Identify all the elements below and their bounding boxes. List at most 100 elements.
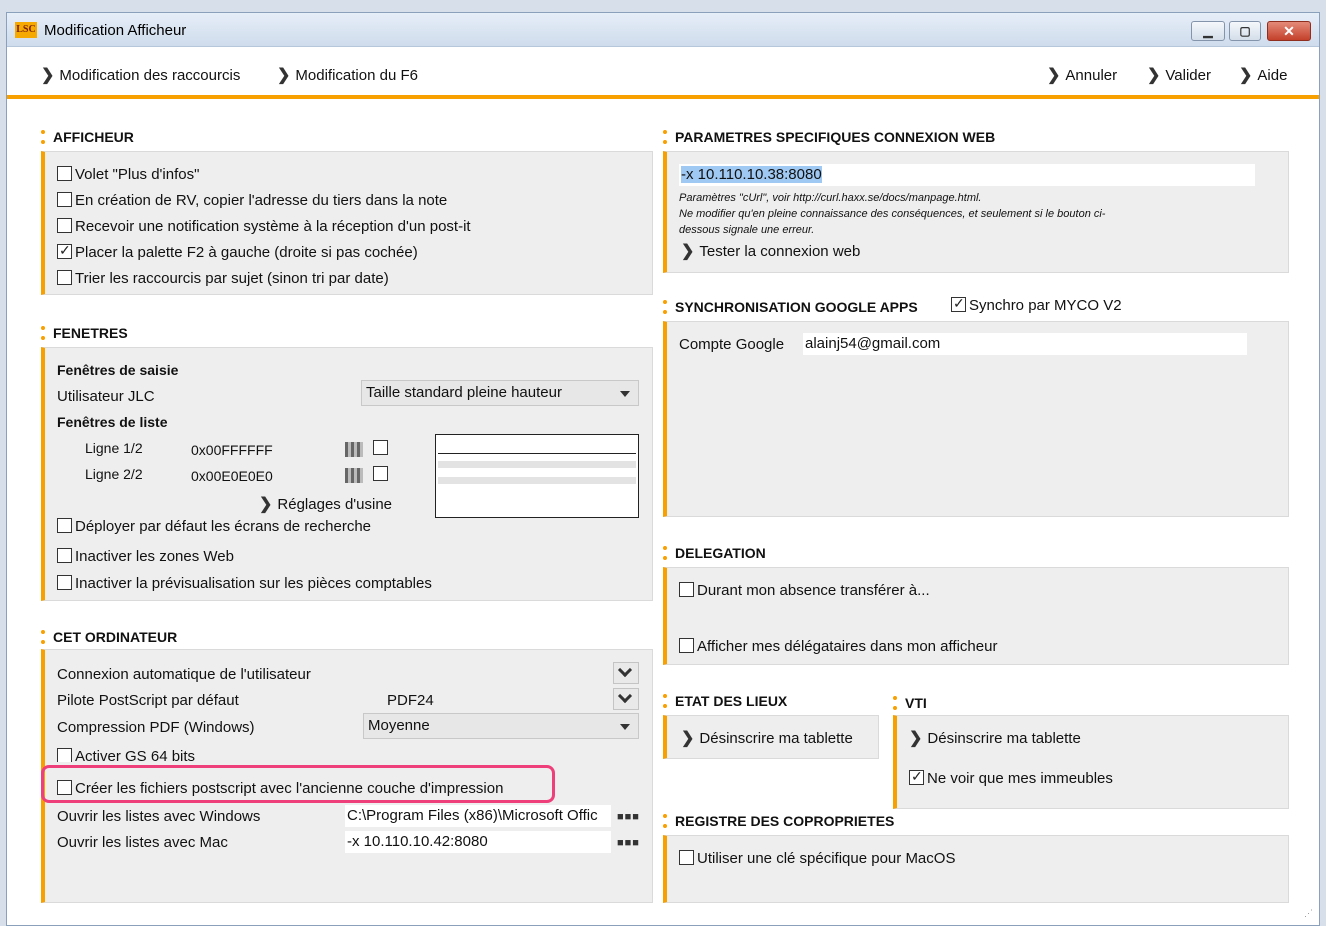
chevron-right-icon: ❯ [681, 730, 695, 747]
select-value: Moyenne [368, 717, 430, 734]
checkbox-box[interactable] [57, 575, 72, 590]
chevron-right-icon: ❯ [259, 496, 273, 513]
compression-pdf-select[interactable]: Moyenne [363, 713, 639, 739]
checkbox-box[interactable] [57, 748, 72, 762]
checkbox-volet-plus-infos[interactable]: Volet "Plus d'infos" [57, 166, 199, 183]
section-title-ordinateur: CET ORDINATEUR [41, 629, 177, 645]
checkbox-box[interactable] [679, 582, 694, 597]
checkbox-notification-postit[interactable]: Recevoir une notification système à la r… [57, 218, 471, 235]
checkbox-label: Ne voir que mes immeubles [927, 770, 1113, 787]
section-title-etat-lieux: ETAT DES LIEUX [663, 693, 787, 709]
ouvrir-mac-label: Ouvrir les listes avec Mac [57, 834, 228, 851]
fenetres-liste-heading: Fenêtres de liste [57, 414, 168, 430]
afficheur-panel: Volet "Plus d'infos" En création de RV, … [41, 151, 653, 295]
preview-row [438, 493, 636, 500]
checkbox-inactiver-previsualisation[interactable]: Inactiver la prévisualisation sur les pi… [57, 575, 432, 592]
section-title-google: SYNCHRONISATION GOOGLE APPS [663, 299, 918, 315]
chevron-right-icon: ❯ [277, 67, 291, 84]
checkbox-trier-raccourcis[interactable]: Trier les raccourcis par sujet (sinon tr… [57, 270, 389, 287]
google-panel: Compte Google alainj54@gmail.com [663, 321, 1289, 517]
checkbox-synchro-myco[interactable]: Synchro par MYCO V2 [951, 295, 1122, 314]
ouvrir-windows-label: Ouvrir les listes avec Windows [57, 808, 261, 825]
dropdown-arrow-icon [620, 724, 630, 730]
checkbox-box[interactable] [57, 518, 72, 533]
checkbox-box[interactable] [373, 466, 388, 481]
section-title-delegation: DELEGATION [663, 545, 766, 561]
checkbox-palette-f2[interactable]: Placer la palette F2 à gauche (droite si… [57, 242, 418, 261]
curl-note-line1: Paramètres "cUrl", voir http://curl.haxx… [679, 192, 982, 204]
nav-modification-raccourcis[interactable]: ❯ Modification des raccourcis [41, 65, 240, 85]
select-value: Taille standard pleine hauteur [366, 384, 562, 401]
list-preview [435, 434, 639, 518]
checkbox-label: Utiliser une clé spécifique pour MacOS [697, 850, 956, 867]
compte-google-input[interactable]: alainj54@gmail.com [803, 333, 1247, 355]
checkbox-box[interactable] [951, 295, 966, 312]
browse-windows-button[interactable]: ■■■ [617, 811, 640, 823]
pilote-postscript-dropdown[interactable] [613, 688, 639, 710]
checkbox-label: Afficher mes délégataires dans mon affic… [697, 638, 998, 655]
ligne1-checkbox[interactable] [373, 440, 391, 457]
ouvrir-mac-input[interactable]: -x 10.110.10.42:8080 [345, 831, 611, 853]
checkbox-absence-transferer[interactable]: Durant mon absence transférer à... [679, 582, 930, 599]
checkbox-box[interactable] [57, 270, 72, 285]
curl-params-input[interactable]: -x 10.110.10.38:8080 [679, 164, 1255, 186]
ouvrir-windows-input[interactable]: C:\Program Files (x86)\Microsoft Offic [345, 805, 611, 827]
nav-bar: ❯ Modification des raccourcis ❯ Modificati… [7, 47, 1319, 99]
checkbox-activer-gs64[interactable]: Activer GS 64 bits [57, 748, 195, 762]
aide-button[interactable]: ❯ Aide [1239, 65, 1287, 85]
resize-grip-icon[interactable]: ⋰ [1304, 908, 1313, 919]
window-title: Modification Afficheur [44, 22, 187, 39]
checkbox-label: Activer GS 64 bits [75, 748, 196, 762]
checkbox-box[interactable] [57, 166, 72, 181]
vti-desinscrire-tablette-button[interactable]: ❯ Désinscrire ma tablette [909, 728, 1081, 748]
chevron-right-icon: ❯ [1147, 67, 1161, 84]
checkbox-box[interactable] [679, 638, 694, 653]
section-title-afficheur: AFFICHEUR [41, 129, 134, 145]
ligne1-color-value: 0x00FFFFFF [191, 442, 273, 458]
checkbox-box[interactable] [57, 242, 72, 259]
pilote-postscript-value: PDF24 [387, 692, 434, 709]
connexion-auto-dropdown[interactable] [613, 662, 639, 684]
checkbox-box[interactable] [57, 548, 72, 563]
reglages-usine-link[interactable]: ❯ Réglages d'usine [259, 494, 392, 514]
checkbox-mes-immeubles[interactable]: Ne voir que mes immeubles [909, 768, 1113, 787]
checkbox-label: Inactiver la prévisualisation sur les pi… [75, 575, 432, 592]
section-title-vti: VTI [893, 695, 927, 711]
checkbox-copier-adresse[interactable]: En création de RV, copier l'adresse du t… [57, 192, 447, 209]
ligne2-checkbox[interactable] [373, 466, 391, 483]
color-palette-icon[interactable] [345, 468, 363, 483]
annuler-button[interactable]: ❯ Annuler [1047, 65, 1117, 85]
checkbox-box[interactable] [57, 192, 72, 207]
curl-note-line2: Ne modifier qu'en pleine connaissance de… [679, 208, 1106, 220]
checkbox-label: Inactiver les zones Web [75, 548, 234, 565]
etat-desinscrire-tablette-button[interactable]: ❯ Désinscrire ma tablette [681, 728, 853, 748]
minimize-button[interactable]: ▁ [1191, 21, 1225, 41]
browse-mac-button[interactable]: ■■■ [617, 837, 640, 849]
utilisateur-label: Utilisateur JLC [57, 388, 155, 405]
checkbox-box[interactable] [57, 218, 72, 233]
checkbox-afficher-delegataires[interactable]: Afficher mes délégataires dans mon affic… [679, 638, 997, 655]
maximize-button[interactable]: ▢ [1229, 21, 1261, 41]
checkbox-inactiver-web[interactable]: Inactiver les zones Web [57, 548, 234, 565]
checkbox-cle-macos[interactable]: Utiliser une clé spécifique pour MacOS [679, 850, 955, 867]
tester-connexion-link[interactable]: ❯ Tester la connexion web [681, 241, 860, 261]
ligne2-label: Ligne 2/2 [85, 466, 143, 482]
nav-label: Aide [1257, 67, 1288, 84]
valider-button[interactable]: ❯ Valider [1147, 65, 1211, 85]
link-label: Tester la connexion web [699, 243, 861, 260]
close-icon: ✕ [1283, 23, 1295, 39]
checkbox-label: Placer la palette F2 à gauche (droite si… [75, 244, 418, 261]
color-palette-icon[interactable] [345, 442, 363, 457]
checkbox-box[interactable] [679, 850, 694, 865]
taille-fenetre-select[interactable]: Taille standard pleine hauteur [361, 380, 639, 406]
checkbox-box[interactable] [373, 440, 388, 455]
chevron-right-icon: ❯ [909, 730, 923, 747]
nav-modification-f6[interactable]: ❯ Modification du F6 [277, 65, 418, 85]
close-button[interactable]: ✕ [1267, 21, 1311, 41]
checkbox-label: Durant mon absence transférer à... [697, 582, 930, 599]
checkbox-box[interactable] [909, 768, 924, 785]
checkbox-deployer-recherche[interactable]: Déployer par défaut les écrans de recher… [57, 518, 371, 535]
nav-label: Modification des raccourcis [59, 67, 241, 84]
main-window: LSC Modification Afficheur ▁ ▢ ✕ ❯ Modifi… [6, 12, 1320, 926]
chevron-right-icon: ❯ [1239, 67, 1253, 84]
